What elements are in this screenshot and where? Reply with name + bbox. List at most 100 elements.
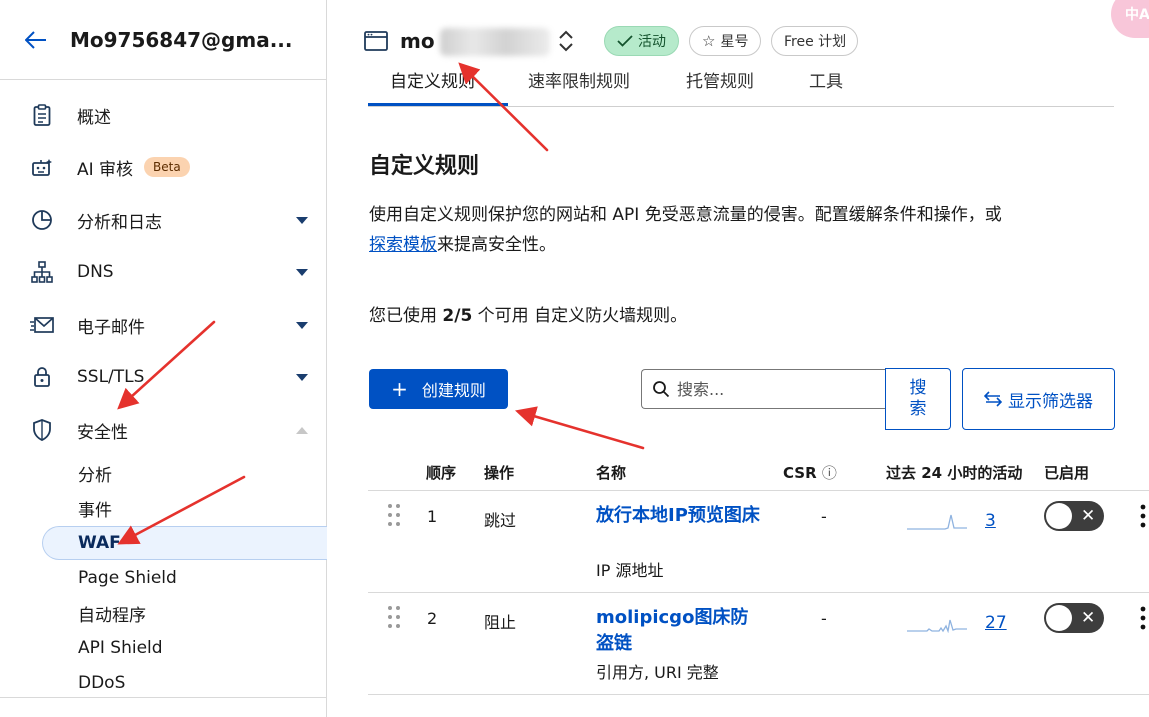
plan-badge[interactable]: Free 计划 [771,26,858,56]
column-header-enabled[interactable]: 已启用 [1044,462,1089,483]
description-text-end: 来提高安全性。 [437,235,556,255]
network-icon [30,260,54,284]
sidebar-item-email[interactable]: 电子邮件 [0,305,326,345]
activity-count-link[interactable]: 3 [985,511,996,531]
rule-csr: - [821,609,827,628]
page-description: 使用自定义规则保护您的网站和 API 免受恶意流量的侵害。配置缓解条件和操作，或… [369,200,1129,260]
status-badge-label: 活动 [638,34,666,50]
usage-count: 2/5 [442,306,473,326]
sidebar-item-ai-audit[interactable]: AI 审核 Beta [0,147,326,187]
row-divider [368,490,1149,491]
rule-action: 阻止 [484,613,517,632]
chevron-down-icon[interactable] [296,373,308,381]
shield-icon [30,418,54,442]
star-button[interactable]: ☆ 星号 [689,26,761,56]
plus-icon: + [391,377,408,401]
sidebar-subitem-analytics[interactable]: 分析 [42,456,327,490]
rule-order: 1 [427,507,438,526]
show-filters-label: 显示筛选器 [1008,391,1093,412]
create-rule-button[interactable]: + 创建规则 [369,369,508,409]
toggle-knob [1046,605,1072,631]
column-header-name[interactable]: 名称 [596,462,626,483]
column-header-csr-label: CSR [783,464,817,482]
check-icon [617,35,633,47]
column-header-csr[interactable]: CSR ⓘ [783,462,837,483]
row-divider [368,694,1149,695]
sidebar-subitem-events[interactable]: 事件 [42,491,327,525]
sidebar-item-label: 分析和日志 [77,212,162,233]
waf-tabs: 自定义规则 速率限制规则 托管规则 工具 [368,62,1114,107]
sidebar-item-ssl-tls[interactable]: SSL/TLS [0,357,326,397]
tab-managed-rules[interactable]: 托管规则 [686,67,754,92]
info-icon[interactable]: ⓘ [822,464,837,482]
search-button[interactable]: 搜 索 [885,368,951,430]
show-filters-button[interactable]: 显示筛选器 [962,368,1115,430]
tab-tools[interactable]: 工具 [809,67,843,92]
sidebar-item-overview[interactable]: 概述 [0,95,326,135]
column-header-order[interactable]: 顺序 [426,462,456,483]
rule-name-link[interactable]: molipicgo图床防盗链 [596,605,766,657]
close-icon: ✕ [1081,506,1096,526]
status-badge: 活动 [604,26,679,56]
column-header-activity[interactable]: 过去 24 小时的活动 [886,462,1026,483]
create-rule-label: 创建规则 [421,381,486,400]
chevron-up-icon[interactable] [296,426,308,434]
more-options-icon[interactable] [1138,606,1148,630]
sidebar-subitem-page-shield[interactable]: Page Shield [42,561,327,595]
rule-action: 跳过 [484,511,517,530]
sidebar-item-security[interactable]: 安全性 [0,410,326,450]
explore-templates-link[interactable]: 探索模板 [369,235,437,255]
activity-sparkline [907,514,967,530]
sidebar-subitem-bots[interactable]: 自动程序 [42,596,327,630]
drag-handle-icon[interactable] [387,503,401,527]
row-divider [368,592,1149,593]
chevron-down-icon[interactable] [296,216,308,224]
robot-icon [30,155,54,179]
sidebar-subitem-waf[interactable]: WAF [42,526,327,560]
translate-extension-icon[interactable]: 中A [1111,0,1149,38]
rule-csr: - [821,507,827,526]
redacted-site-name [440,28,550,56]
sidebar: Mo9756847@gma... 概述 AI 审核 Beta 分析和日志 DNS… [0,0,327,717]
search-input[interactable] [677,379,877,399]
sidebar-header: Mo9756847@gma... [0,0,326,80]
chevron-down-icon[interactable] [296,321,308,329]
activity-count-link[interactable]: 27 [985,613,1007,633]
close-icon: ✕ [1081,608,1096,628]
sidebar-item-analytics[interactable]: 分析和日志 [0,200,326,240]
search-button-label: 索 [909,399,927,419]
rule-name-link[interactable]: 放行本地IP预览图床 [596,503,766,529]
pie-chart-icon [30,208,54,232]
rule-order: 2 [427,609,438,628]
star-button-label: 星号 [720,34,749,50]
description-text: 使用自定义规则保护您的网站和 API 免受恶意流量的侵害。配置缓解条件和操作，或 [369,205,1002,225]
rule-condition: IP 源地址 [596,561,664,580]
star-icon: ☆ [702,32,716,50]
usage-summary: 您已使用 2/5 个可用 自定义防火墙规则。 [369,301,687,326]
sidebar-item-label: AI 审核 [77,159,134,180]
more-options-icon[interactable] [1138,504,1148,528]
toggle-knob [1046,503,1072,529]
drag-handle-icon[interactable] [387,605,401,629]
tab-rate-limiting[interactable]: 速率限制规则 [528,67,630,92]
rule-enabled-toggle[interactable]: ✕ [1044,501,1104,531]
back-arrow-icon[interactable] [24,28,48,52]
chevron-down-icon[interactable] [296,268,308,276]
clipboard-icon [30,103,54,127]
account-name[interactable]: Mo9756847@gma... [70,28,293,52]
chevron-updown-icon[interactable] [556,27,576,55]
browser-window-icon [364,30,388,52]
tab-custom-rules[interactable]: 自定义规则 [390,67,475,92]
search-box [641,369,887,409]
rule-enabled-toggle[interactable]: ✕ [1044,603,1104,633]
sidebar-subitem-api-shield[interactable]: API Shield [42,631,327,665]
column-header-action[interactable]: 操作 [484,462,514,483]
sidebar-item-label: 安全性 [77,422,128,443]
site-name[interactable]: mo [400,29,435,53]
sidebar-item-label: SSL/TLS [77,367,145,387]
page-title: 自定义规则 [369,154,480,179]
sidebar-item-label: 电子邮件 [77,317,145,338]
sidebar-item-dns[interactable]: DNS [0,252,326,292]
rule-condition: 引用方, URI 完整 [596,663,719,682]
sidebar-subitem-ddos[interactable]: DDoS [42,666,327,700]
